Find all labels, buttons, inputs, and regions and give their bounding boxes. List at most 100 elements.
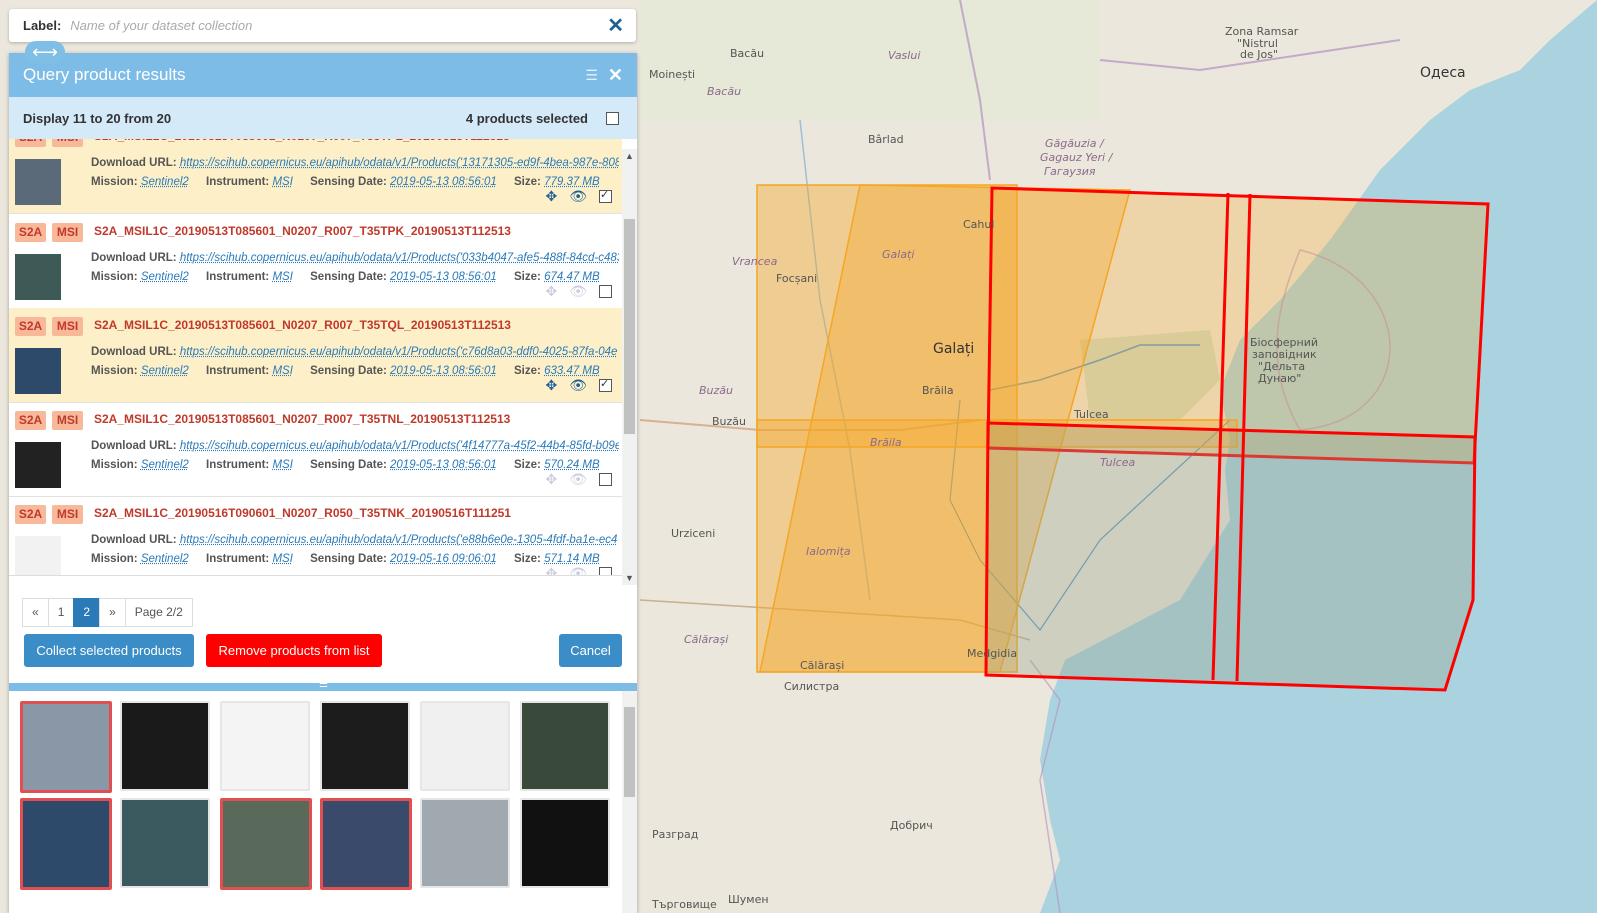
product-checkbox[interactable]: [599, 567, 612, 575]
size-link[interactable]: 633.47 MB: [544, 365, 600, 377]
gallery-resize-handle[interactable]: ☰: [9, 679, 637, 691]
download-url-line: Download URL: https://scihub.copernicus.…: [91, 157, 619, 169]
product-thumbnail[interactable]: [15, 348, 61, 394]
map-label-tulcea: Tulcea: [1073, 408, 1109, 421]
product-thumbnail[interactable]: [15, 536, 61, 575]
gallery-thumbnail[interactable]: [420, 701, 510, 791]
pager-next[interactable]: »: [99, 598, 126, 627]
pager-info: Page 2/2: [124, 598, 193, 627]
size-link[interactable]: 674.47 MB: [544, 271, 600, 283]
instrument-link[interactable]: MSI: [272, 176, 292, 188]
list-icon[interactable]: ☰: [585, 67, 598, 84]
product-checkbox[interactable]: [599, 188, 612, 203]
mission-tag: S2A: [15, 139, 46, 147]
select-all-checkbox[interactable]: [606, 111, 619, 125]
gallery-thumbnail[interactable]: [420, 798, 510, 888]
download-url-link[interactable]: https://scihub.copernicus.eu/apihub/odat…: [180, 346, 618, 358]
eye-icon[interactable]: 👁: [569, 283, 587, 300]
map-label-silistra: Силистра: [784, 680, 839, 693]
map-label-delta-4: Дунаю": [1258, 372, 1301, 385]
mission-tag: S2A: [15, 411, 46, 430]
map-label-buzau: Buzău: [712, 415, 746, 428]
instrument-label: Instrument:: [206, 459, 270, 471]
gallery-thumbnail[interactable]: [120, 701, 210, 791]
remove-products-button[interactable]: Remove products from list: [206, 634, 382, 667]
results-scrollbar[interactable]: ▲ ▼: [622, 149, 637, 585]
gallery-thumbnail[interactable]: [320, 798, 412, 890]
mission-link[interactable]: Sentinel2: [141, 176, 189, 188]
zoom-to-icon[interactable]: ✥: [545, 283, 557, 300]
product-row[interactable]: S2A MSI S2A_MSIL1C_20190513T085601_N0207…: [9, 308, 622, 403]
eye-icon[interactable]: 👁: [569, 188, 587, 205]
zoom-to-icon[interactable]: ✥: [545, 471, 557, 488]
product-meta-line: Mission: Sentinel2 Instrument: MSI Sensi…: [91, 365, 600, 377]
instrument-link[interactable]: MSI: [272, 271, 292, 283]
instrument-link[interactable]: MSI: [272, 553, 292, 565]
pager-page-2[interactable]: 2: [73, 598, 101, 627]
map-label-shumen: Шумен: [728, 893, 769, 906]
gallery-thumbnail[interactable]: [220, 798, 312, 890]
map-label-galati-region: Galați: [882, 248, 914, 261]
mission-link[interactable]: Sentinel2: [141, 553, 189, 565]
resize-handle-icon[interactable]: ⟷: [25, 41, 65, 63]
product-row[interactable]: S2A MSI S2A_MSIL1C_20190513T085601_N0207…: [9, 214, 622, 309]
product-thumbnail[interactable]: [15, 159, 61, 205]
eye-icon[interactable]: 👁: [569, 565, 587, 575]
collect-selected-button[interactable]: Collect selected products: [24, 634, 194, 667]
sensing-date-link[interactable]: 2019-05-13 08:56:01: [390, 271, 497, 283]
collection-label-input[interactable]: Name of your dataset collection: [70, 18, 607, 33]
instrument-link[interactable]: MSI: [272, 459, 292, 471]
cancel-button[interactable]: Cancel: [559, 634, 622, 667]
zoom-to-icon[interactable]: ✥: [545, 565, 557, 575]
gallery-thumbnail[interactable]: [520, 798, 610, 888]
product-name: S2A_MSIL1C_20190513T085601_N0207_R007_T3…: [94, 412, 511, 426]
size-link[interactable]: 570.24 MB: [544, 459, 600, 471]
sensing-date-link[interactable]: 2019-05-16 09:06:01: [390, 553, 497, 565]
mission-link[interactable]: Sentinel2: [141, 365, 189, 377]
mission-label: Mission:: [91, 176, 138, 188]
sensing-date-link[interactable]: 2019-05-13 08:56:01: [390, 365, 497, 377]
pager-page-1[interactable]: 1: [47, 598, 75, 627]
product-thumbnail[interactable]: [15, 254, 61, 300]
download-url-link[interactable]: https://scihub.copernicus.eu/apihub/odat…: [180, 157, 619, 169]
product-row[interactable]: S2A MSI S2A_MSIL1C_20190516T090601_N0207…: [9, 496, 622, 575]
eye-icon[interactable]: 👁: [569, 471, 587, 488]
gallery-thumbnail[interactable]: [320, 701, 410, 791]
gallery-thumbnail[interactable]: [520, 701, 610, 791]
sensing-label: Sensing Date:: [310, 459, 387, 471]
mission-link[interactable]: Sentinel2: [141, 459, 189, 471]
gallery-thumbnail[interactable]: [20, 798, 112, 890]
product-checkbox[interactable]: [599, 377, 612, 392]
zoom-to-icon[interactable]: ✥: [545, 377, 557, 394]
gallery-thumbnail[interactable]: [120, 798, 210, 888]
sensing-date-link[interactable]: 2019-05-13 08:56:01: [390, 176, 497, 188]
product-thumbnail[interactable]: [15, 442, 61, 488]
download-label: Download URL:: [91, 157, 177, 169]
product-checkbox[interactable]: [599, 473, 612, 486]
close-icon[interactable]: ✕: [607, 13, 624, 38]
download-url-link[interactable]: https://scihub.copernicus.eu/apihub/odat…: [180, 440, 619, 452]
row-actions: ✥ 👁: [545, 565, 612, 575]
gallery-thumbnail[interactable]: [220, 701, 310, 791]
sensing-date-link[interactable]: 2019-05-13 08:56:01: [390, 459, 497, 471]
map-label-urziceni: Urziceni: [671, 527, 715, 540]
map-label-barlad: Bârlad: [868, 133, 904, 146]
eye-icon[interactable]: 👁: [569, 377, 587, 394]
instrument-link[interactable]: MSI: [272, 365, 292, 377]
product-checkbox[interactable]: [599, 285, 612, 298]
mission-label: Mission:: [91, 553, 138, 565]
gallery-thumbnail[interactable]: [20, 701, 112, 793]
size-link[interactable]: 571.14 MB: [544, 553, 600, 565]
product-name: S2A_MSIL1C_20190513T085601_N0207_R007_T3…: [94, 139, 510, 143]
close-panel-icon[interactable]: ✕: [608, 65, 623, 86]
size-link[interactable]: 779.37 MB: [544, 176, 600, 188]
product-row[interactable]: S2A MSI S2A_MSIL1C_20190513T085601_N0207…: [9, 139, 622, 214]
gallery-scrollbar[interactable]: [622, 691, 637, 913]
mission-link[interactable]: Sentinel2: [141, 271, 189, 283]
download-url-link[interactable]: https://scihub.copernicus.eu/apihub/odat…: [180, 534, 618, 546]
zoom-to-icon[interactable]: ✥: [545, 188, 557, 205]
size-label: Size:: [514, 553, 541, 565]
product-row[interactable]: S2A MSI S2A_MSIL1C_20190513T085601_N0207…: [9, 402, 622, 497]
download-url-link[interactable]: https://scihub.copernicus.eu/apihub/odat…: [180, 252, 619, 264]
pager-prev[interactable]: «: [22, 598, 49, 627]
